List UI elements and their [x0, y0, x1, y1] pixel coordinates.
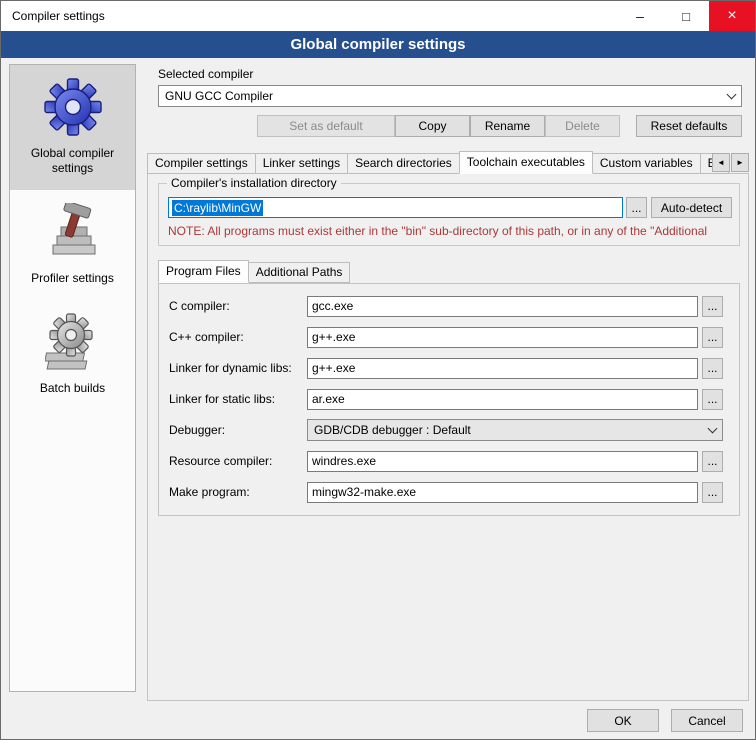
tab-scroll-right-button[interactable]: ► — [731, 153, 749, 172]
field-row: C compiler: ... — [169, 295, 723, 317]
field-row: Debugger: GDB/CDB debugger : Default — [169, 419, 723, 441]
linker-static-label: Linker for static libs: — [169, 392, 307, 406]
page-title: Global compiler settings — [1, 31, 755, 58]
resource-compiler-browse-button[interactable]: ... — [702, 451, 723, 472]
subtab-program-files[interactable]: Program Files — [158, 260, 249, 283]
c-compiler-label: C compiler: — [169, 299, 307, 313]
tab-linker-settings[interactable]: Linker settings — [255, 153, 348, 174]
window-title: Compiler settings — [1, 9, 105, 23]
caption-buttons: – □ × — [617, 1, 755, 31]
subtab-additional-paths[interactable]: Additional Paths — [248, 262, 351, 283]
linker-dynamic-browse-button[interactable]: ... — [702, 358, 723, 379]
field-row: Linker for static libs: ... — [169, 388, 723, 410]
linker-static-input[interactable] — [307, 389, 698, 410]
debugger-dropdown[interactable]: GDB/CDB debugger : Default — [307, 419, 723, 441]
tab-custom-variables[interactable]: Custom variables — [592, 153, 701, 174]
cpp-compiler-label: C++ compiler: — [169, 330, 307, 344]
auto-detect-button[interactable]: Auto-detect — [651, 197, 732, 218]
field-row: C++ compiler: ... — [169, 326, 723, 348]
installation-directory-input[interactable]: C:\raylib\MinGW — [168, 197, 623, 218]
chevron-down-icon[interactable] — [721, 86, 741, 106]
sidebar-item-batch-builds[interactable]: Batch builds — [10, 300, 135, 410]
installation-directory-value: C:\raylib\MinGW — [172, 200, 263, 216]
compiler-actions: Set as default Copy Rename Delete Reset … — [158, 115, 742, 137]
tab-scroll-left-button[interactable]: ◄ — [712, 153, 730, 172]
program-files-page: C compiler: ... C++ compiler: ... Linker… — [158, 283, 740, 516]
make-program-browse-button[interactable]: ... — [702, 482, 723, 503]
c-compiler-input[interactable] — [307, 296, 698, 317]
titlebar[interactable]: Compiler settings – □ × — [1, 1, 755, 31]
debugger-label: Debugger: — [169, 423, 307, 437]
sidebar-item-profiler-settings[interactable]: Profiler settings — [10, 190, 135, 300]
set-as-default-button[interactable]: Set as default — [257, 115, 395, 137]
blue-gear-icon — [44, 78, 102, 136]
debugger-value: GDB/CDB debugger : Default — [308, 423, 702, 437]
linker-static-browse-button[interactable]: ... — [702, 389, 723, 410]
maximize-button[interactable]: □ — [663, 1, 709, 31]
reset-defaults-button[interactable]: Reset defaults — [636, 115, 742, 137]
program-files-tabbar: Program Files Additional Paths — [158, 261, 349, 283]
make-program-label: Make program: — [169, 485, 307, 499]
cpp-compiler-browse-button[interactable]: ... — [702, 327, 723, 348]
rename-button[interactable]: Rename — [470, 115, 545, 137]
linker-dynamic-label: Linker for dynamic libs: — [169, 361, 307, 375]
note-text: NOTE: All programs must exist either in … — [168, 224, 737, 238]
field-row: Make program: ... — [169, 481, 723, 503]
delete-button[interactable]: Delete — [545, 115, 620, 137]
sidebar-item-global-compiler-settings[interactable]: Global compiler settings — [10, 65, 135, 190]
cancel-button[interactable]: Cancel — [671, 709, 743, 732]
sidebar-item-label: Global compiler settings — [14, 146, 131, 176]
settings-category-list: Global compiler settings Profiler settin… — [9, 64, 136, 692]
copy-button[interactable]: Copy — [395, 115, 470, 137]
tab-scroll-buttons: ◄ ► — [711, 153, 749, 172]
sidebar-item-label: Batch builds — [40, 381, 105, 396]
group-title: Compiler's installation directory — [167, 176, 341, 190]
resource-compiler-input[interactable] — [307, 451, 698, 472]
field-row: Resource compiler: ... — [169, 450, 723, 472]
selected-compiler-value: GNU GCC Compiler — [159, 89, 721, 103]
tab-compiler-settings[interactable]: Compiler settings — [147, 153, 256, 174]
profiler-tool-icon — [46, 203, 100, 261]
selected-compiler-label: Selected compiler — [158, 67, 253, 81]
settings-tabbar: Compiler settings Linker settings Search… — [147, 151, 749, 174]
c-compiler-browse-button[interactable]: ... — [702, 296, 723, 317]
field-row: Linker for dynamic libs: ... — [169, 357, 723, 379]
installation-directory-group: Compiler's installation directory C:\ray… — [158, 183, 740, 246]
sidebar-item-label: Profiler settings — [31, 271, 114, 286]
toolchain-executables-page: Compiler's installation directory C:\ray… — [147, 173, 749, 701]
tab-toolchain-executables[interactable]: Toolchain executables — [459, 151, 593, 174]
ok-button[interactable]: OK — [587, 709, 659, 732]
cpp-compiler-input[interactable] — [307, 327, 698, 348]
minimize-button[interactable]: – — [617, 1, 663, 31]
linker-dynamic-input[interactable] — [307, 358, 698, 379]
compiler-settings-dialog: Compiler settings – □ × Global compiler … — [0, 0, 756, 740]
make-program-input[interactable] — [307, 482, 698, 503]
gray-gear-stack-icon — [45, 313, 101, 371]
resource-compiler-label: Resource compiler: — [169, 454, 307, 468]
chevron-down-icon[interactable] — [702, 420, 722, 440]
selected-compiler-dropdown[interactable]: GNU GCC Compiler — [158, 85, 742, 107]
installation-directory-browse-button[interactable]: ... — [626, 197, 647, 218]
close-button[interactable]: × — [709, 1, 755, 31]
tab-search-directories[interactable]: Search directories — [347, 153, 460, 174]
